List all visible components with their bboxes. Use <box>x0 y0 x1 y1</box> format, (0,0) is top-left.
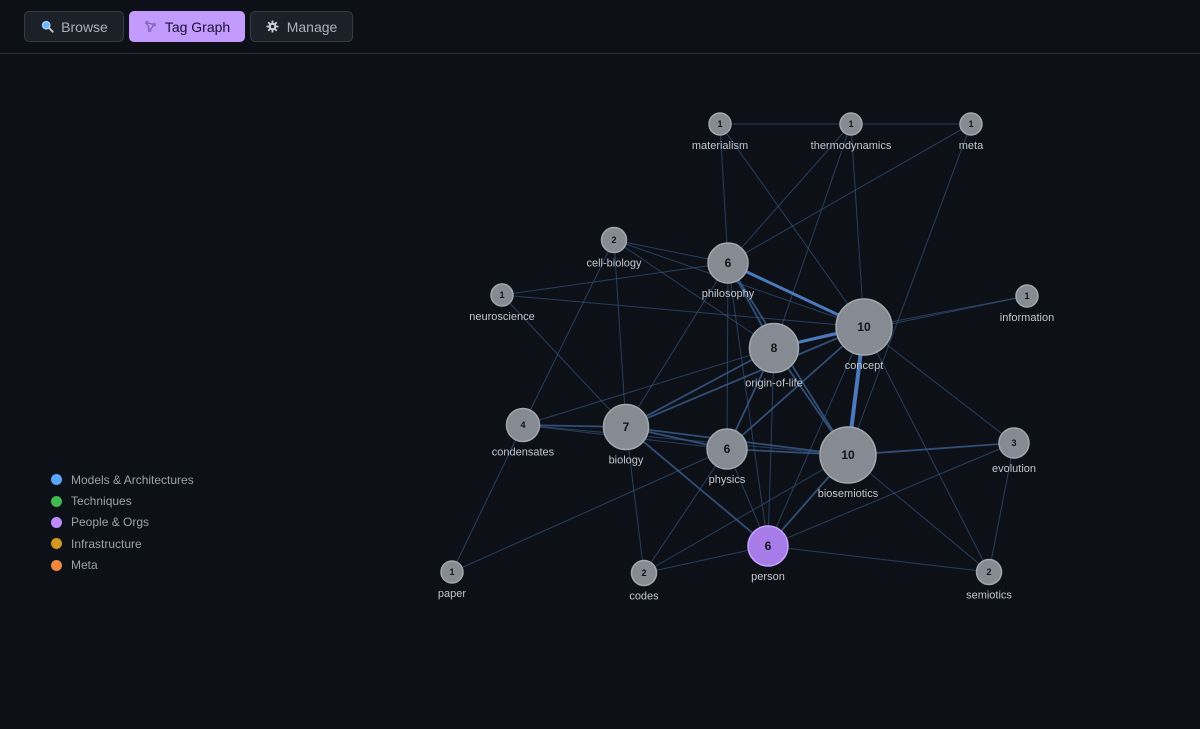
node-semiotics[interactable]: 2 semiotics <box>966 558 1012 602</box>
node-origin-of-life[interactable]: 8 origin-of-life <box>745 322 803 390</box>
node-meta[interactable]: 1 meta <box>959 112 984 152</box>
node-label: evolution <box>992 463 1036 475</box>
node-label: condensates <box>492 447 555 459</box>
node-materialism[interactable]: 1 materialism <box>692 112 748 152</box>
node-label: paper <box>438 588 466 600</box>
node-paper[interactable]: 1 paper <box>438 560 466 600</box>
edge-person-semiotics <box>767 545 990 573</box>
node-count: 10 <box>841 448 855 462</box>
node-neuroscience[interactable]: 1 neuroscience <box>469 283 535 323</box>
legend-label: Meta <box>71 558 98 573</box>
legend-item-techniques: Techniques <box>51 490 194 511</box>
node-biosemiotics[interactable]: 10 biosemiotics <box>818 426 879 500</box>
legend-label: Infrastructure <box>71 536 142 551</box>
legend-dot <box>51 559 62 571</box>
node-count: 8 <box>771 341 778 355</box>
node-count: 1 <box>1024 291 1029 301</box>
node-codes[interactable]: 2 codes <box>629 559 659 603</box>
tab-browse-label: Browse <box>61 18 108 35</box>
node-count: 2 <box>611 235 616 245</box>
node-count: 1 <box>499 290 504 300</box>
node-count: 2 <box>986 567 991 577</box>
edge-evolution-person <box>767 442 1015 547</box>
legend-dot <box>51 538 62 550</box>
legend-item-models-architectures: Models & Architectures <box>51 469 194 490</box>
legend-label: Models & Architectures <box>71 472 194 487</box>
node-label: physics <box>709 474 746 486</box>
node-information[interactable]: 1 information <box>1000 284 1054 324</box>
node-count: 1 <box>449 567 454 577</box>
tag-graph-canvas[interactable]: 1 materialism 1 thermodynamics 1 meta 2 cell-bi… <box>0 55 1200 729</box>
node-label: biology <box>609 455 644 467</box>
legend-dot <box>51 495 62 507</box>
search-icon <box>40 20 54 34</box>
node-label: person <box>751 571 785 583</box>
node-count: 7 <box>623 420 630 434</box>
node-count: 10 <box>857 320 871 334</box>
node-label: cell-biology <box>586 258 642 270</box>
node-label: philosophy <box>702 288 755 300</box>
edge-meta-biosemiotics <box>847 123 972 456</box>
graph-nodes: 1 materialism 1 thermodynamics 1 meta 2 cell-bi… <box>438 112 1054 603</box>
tab-manage-label: Manage <box>286 18 338 35</box>
node-count: 4 <box>520 420 525 430</box>
top-nav-bar: Browse Tag Graph Manage <box>0 0 1200 54</box>
gear-icon <box>266 20 280 34</box>
tab-manage[interactable]: Manage <box>250 11 353 42</box>
graph-edges <box>451 123 1028 574</box>
node-biology[interactable]: 7 biology <box>602 403 650 467</box>
edge-origin-of-life-condensates <box>522 347 775 426</box>
node-cell-biology[interactable]: 2 cell-biology <box>586 226 642 270</box>
category-legend: Models & Architectures Techniques People… <box>51 469 194 576</box>
node-label: materialism <box>692 140 748 152</box>
legend-item-infrastructure: Infrastructure <box>51 533 194 554</box>
legend-item-meta: Meta <box>51 555 194 576</box>
node-label: concept <box>845 360 884 372</box>
node-person[interactable]: 6 person <box>747 525 789 583</box>
legend-item-people-orgs: People & Orgs <box>51 512 194 533</box>
node-count: 1 <box>848 119 853 129</box>
node-evolution[interactable]: 3 evolution <box>992 427 1036 475</box>
node-label: codes <box>629 591 659 603</box>
node-count: 1 <box>968 119 973 129</box>
node-count: 1 <box>717 119 722 129</box>
node-count: 3 <box>1011 438 1016 448</box>
tag-graph-app: Browse Tag Graph Manage 1 materialism 1 the… <box>0 0 1200 729</box>
node-thermodynamics[interactable]: 1 thermodynamics <box>811 112 892 152</box>
tab-browse[interactable]: Browse <box>24 11 124 42</box>
edge-thermodynamics-concept <box>850 123 865 328</box>
node-count: 2 <box>641 568 646 578</box>
node-count: 6 <box>724 442 731 456</box>
node-label: neuroscience <box>469 311 534 323</box>
node-physics[interactable]: 6 physics <box>706 428 748 486</box>
node-condensates[interactable]: 4 condensates <box>492 407 555 459</box>
node-label: thermodynamics <box>811 140 892 152</box>
node-count: 6 <box>765 539 772 553</box>
node-philosophy[interactable]: 6 philosophy <box>702 242 755 300</box>
tab-tag-graph[interactable]: Tag Graph <box>129 11 245 42</box>
legend-dot <box>51 474 62 486</box>
node-label: biosemiotics <box>818 488 879 500</box>
legend-dot <box>51 516 62 528</box>
node-label: information <box>1000 312 1054 324</box>
graph-icon <box>144 20 158 34</box>
node-label: origin-of-life <box>745 378 802 390</box>
node-count: 6 <box>725 256 732 270</box>
legend-label: Techniques <box>71 494 132 509</box>
tab-tag-graph-label: Tag Graph <box>164 18 231 35</box>
node-label: meta <box>959 140 984 152</box>
node-label: semiotics <box>966 590 1012 602</box>
legend-label: People & Orgs <box>71 515 150 530</box>
node-concept[interactable]: 10 concept <box>835 298 893 372</box>
